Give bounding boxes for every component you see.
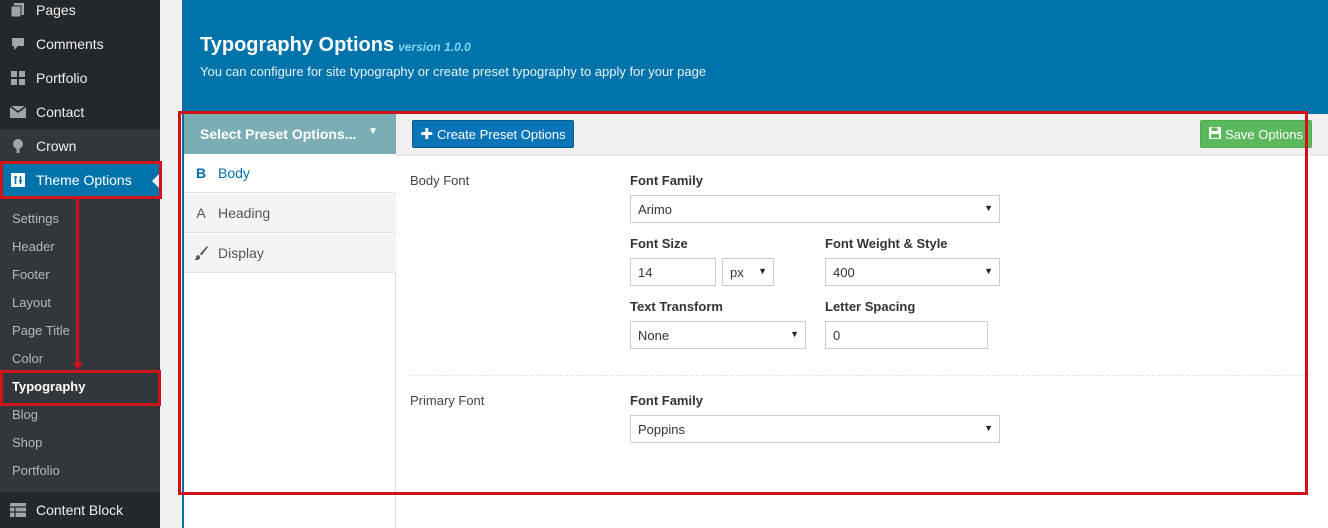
select-value: None (638, 327, 670, 343)
submenu-settings[interactable]: Settings (0, 204, 160, 232)
font-weight-label: Font Weight & Style (825, 236, 948, 251)
comments-icon (0, 36, 36, 52)
submenu-portfolio[interactable]: Portfolio (0, 456, 160, 484)
theme-options-submenu: Settings Header Footer Layout Page Title… (0, 198, 160, 492)
preset-select[interactable]: Select Preset Options... ▼ (184, 114, 396, 154)
submenu-page-title[interactable]: Page Title (0, 316, 160, 344)
menu-item-content-block[interactable]: Content Block (0, 492, 160, 528)
caret-down-icon: ▼ (790, 329, 799, 339)
table-icon (0, 503, 36, 517)
menu-label: Theme Options (36, 172, 132, 188)
crown-icon (0, 138, 36, 154)
font-weight-select[interactable]: 400 ▼ (825, 258, 1000, 286)
select-value: 400 (833, 264, 855, 280)
menu-item-comments[interactable]: Comments (0, 27, 160, 61)
menu-label: Crown (36, 138, 77, 154)
submenu-layout[interactable]: Layout (0, 288, 160, 316)
section-divider (410, 375, 1310, 376)
menu-item-portfolio[interactable]: Portfolio (0, 61, 160, 95)
save-label: Save Options (1224, 126, 1304, 142)
text-transform-select[interactable]: None ▼ (630, 321, 806, 349)
toolbar: ✚ Create Preset Options Save Options (396, 114, 1328, 156)
mail-icon (0, 105, 36, 119)
caret-down-icon: ▼ (984, 203, 993, 213)
submenu-footer[interactable]: Footer (0, 260, 160, 288)
nav-body[interactable]: B Body (184, 154, 396, 193)
letter-spacing-label: Letter Spacing (825, 299, 916, 314)
caret-down-icon: ▼ (984, 266, 993, 276)
body-family-label: Font Family (630, 173, 703, 188)
typography-nav: Select Preset Options... ▼ B Body A Head… (184, 114, 396, 528)
select-value: Poppins (638, 421, 685, 437)
theme-options-icon (0, 172, 36, 188)
primary-font-label: Primary Font (410, 393, 485, 408)
active-indicator (152, 173, 160, 189)
menu-label: Pages (36, 2, 76, 18)
font-size-input[interactable]: 14 (630, 258, 716, 286)
create-preset-button[interactable]: ✚ Create Preset Options (412, 120, 574, 148)
caret-down-icon: ▼ (368, 126, 378, 137)
body-font-family-select[interactable]: Arimo ▼ (630, 195, 1000, 223)
letter-spacing-input[interactable]: 0 (825, 321, 988, 349)
menu-label: Comments (36, 36, 104, 52)
typography-panel: Typography Options version 1.0.0 You can … (182, 0, 1328, 528)
nav-heading[interactable]: A Heading (184, 194, 396, 233)
bold-icon: B (195, 165, 207, 181)
primary-font-family-select[interactable]: Poppins ▼ (630, 415, 1000, 443)
main-content: Typography Options version 1.0.0 You can … (160, 0, 1328, 528)
menu-label: Content Block (36, 502, 124, 518)
portfolio-icon (0, 70, 36, 86)
page-title: Typography Options version 1.0.0 (200, 34, 471, 57)
brush-icon (184, 245, 218, 261)
body-font-label: Body Font (410, 173, 470, 188)
nav-label: Body (218, 165, 250, 181)
text-transform-label: Text Transform (630, 299, 723, 314)
pages-icon (0, 2, 36, 18)
font-size-unit-select[interactable]: px ▼ (722, 258, 774, 286)
caret-down-icon: ▼ (984, 423, 993, 433)
select-value: px (730, 264, 744, 280)
preset-select-label: Select Preset Options... (200, 126, 357, 142)
create-label: Create Preset Options (436, 126, 566, 142)
select-value: Arimo (638, 201, 672, 217)
menu-label: Portfolio (36, 70, 88, 86)
heading-icon: A (196, 205, 206, 221)
annotation-arrow-head (73, 363, 83, 370)
submenu-header[interactable]: Header (0, 232, 160, 260)
menu-item-crown[interactable]: Crown (0, 129, 160, 163)
admin-sidebar: Pages Comments Portfolio Contact Crown T… (0, 0, 160, 528)
menu-label: Contact (36, 104, 85, 120)
title-text: Typography Options (200, 34, 395, 56)
submenu-typography[interactable]: Typography (0, 372, 160, 400)
plus-icon: ✚ (420, 126, 433, 143)
save-options-button[interactable]: Save Options (1200, 120, 1312, 148)
panel-header: Typography Options version 1.0.0 You can … (184, 0, 1328, 114)
save-icon (1208, 126, 1221, 142)
submenu-blog[interactable]: Blog (0, 400, 160, 428)
submenu-shop[interactable]: Shop (0, 428, 160, 456)
caret-down-icon: ▼ (758, 266, 767, 276)
menu-item-theme-options[interactable]: Theme Options (0, 163, 160, 197)
version-label: version 1.0.0 (398, 40, 471, 54)
page-subtitle: You can configure for site typography or… (200, 64, 707, 79)
menu-item-contact[interactable]: Contact (0, 95, 160, 129)
nav-display[interactable]: Display (184, 234, 396, 273)
primary-family-label: Font Family (630, 393, 703, 408)
nav-label: Display (218, 245, 264, 261)
font-size-label: Font Size (630, 236, 688, 251)
nav-label: Heading (218, 205, 271, 221)
screen: Pages Comments Portfolio Contact Crown T… (0, 0, 1328, 528)
menu-item-pages[interactable]: Pages (0, 0, 160, 27)
